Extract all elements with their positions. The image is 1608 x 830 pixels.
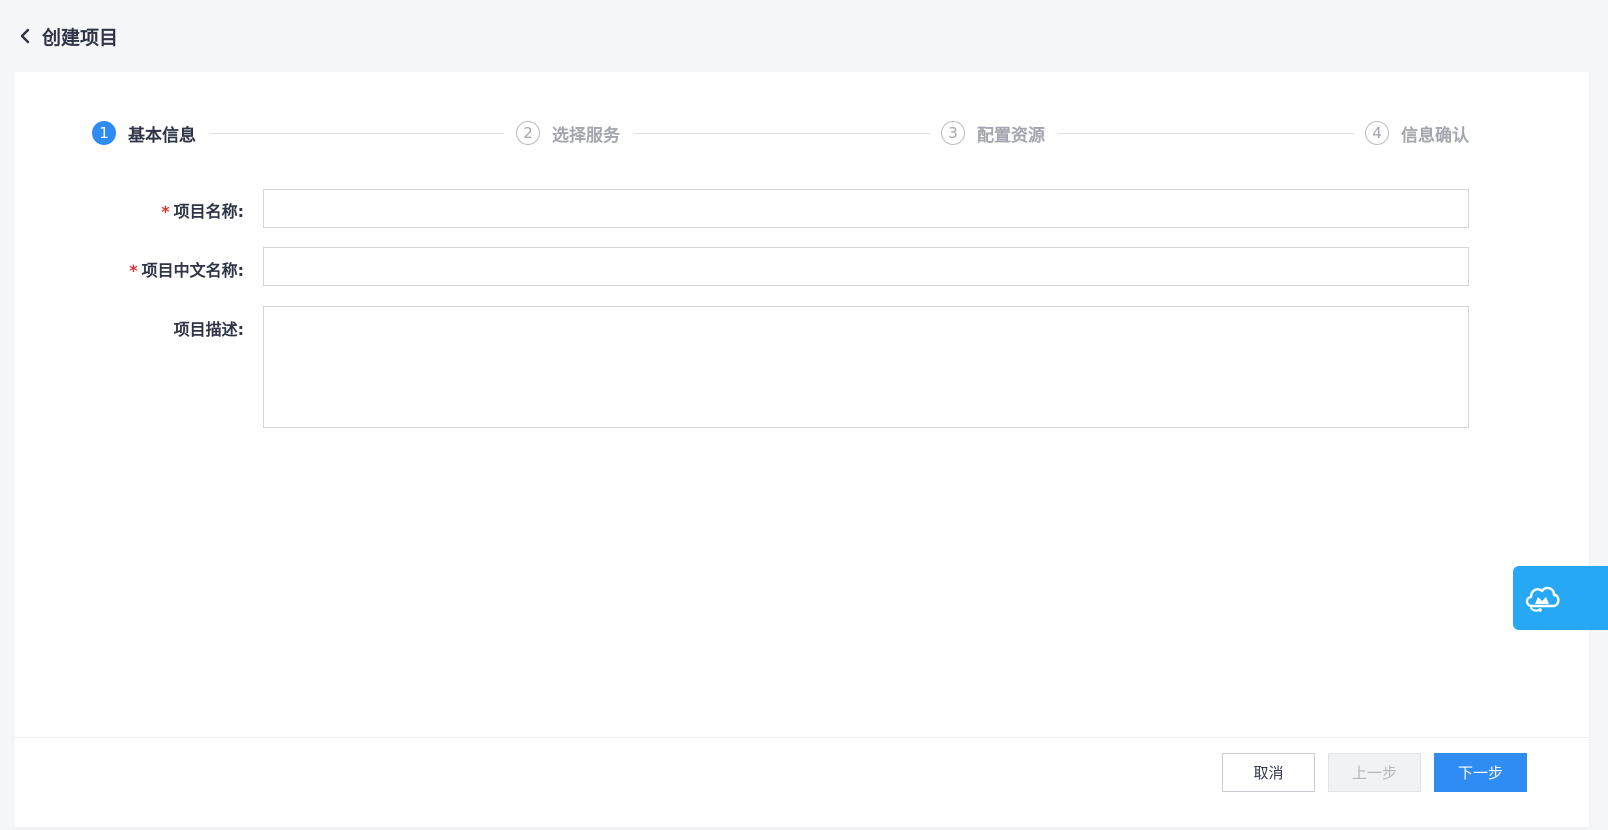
project-chinese-name-label: * 项目中文名称:: [14, 257, 244, 281]
step-number: 1: [92, 121, 116, 145]
project-description-label-text: 项目描述:: [173, 320, 244, 339]
project-name-label-text: 项目名称:: [173, 202, 244, 221]
step-indicator: 1 基本信息 2 选择服务 3 配置资源 4 信息确认: [14, 118, 1589, 148]
step-basic-info: 1 基本信息: [92, 118, 196, 148]
required-mark: *: [129, 261, 138, 280]
step-label: 基本信息: [128, 125, 196, 146]
step-connector: [634, 133, 930, 134]
project-description-textarea[interactable]: [263, 306, 1469, 428]
cancel-button[interactable]: 取消: [1222, 753, 1315, 792]
assistant-button[interactable]: [1513, 566, 1608, 630]
step-configure-resources: 3 配置资源: [941, 118, 1045, 148]
previous-step-button[interactable]: 上一步: [1328, 753, 1421, 792]
step-number: 4: [1365, 121, 1389, 145]
step-label: 选择服务: [552, 125, 620, 146]
required-mark: *: [161, 202, 170, 221]
back-link[interactable]: 创建项目: [18, 22, 118, 50]
project-name-label: * 项目名称:: [14, 198, 244, 222]
top-bar: 创建项目: [0, 0, 1608, 72]
project-chinese-name-label-text: 项目中文名称:: [141, 261, 244, 280]
step-select-service: 2 选择服务: [516, 118, 620, 148]
step-label: 信息确认: [1401, 125, 1469, 146]
footer-actions: 取消 上一步 下一步: [14, 737, 1589, 828]
next-step-button[interactable]: 下一步: [1434, 753, 1527, 792]
project-description-label: 项目描述:: [14, 316, 244, 340]
step-label: 配置资源: [977, 125, 1045, 146]
project-chinese-name-input[interactable]: [263, 247, 1469, 286]
chevron-left-icon[interactable]: [18, 28, 32, 44]
cloud-assistant-icon: [1525, 586, 1560, 612]
main-card: 1 基本信息 2 选择服务 3 配置资源 4 信息确认 * 项目名称: * 项目中文…: [14, 72, 1589, 827]
step-connector: [210, 133, 504, 134]
step-connector: [1058, 133, 1354, 134]
step-confirm-info: 4 信息确认: [1365, 118, 1469, 148]
step-number: 2: [516, 121, 540, 145]
step-number: 3: [941, 121, 965, 145]
project-name-input[interactable]: [263, 189, 1469, 228]
page-title: 创建项目: [42, 26, 119, 49]
